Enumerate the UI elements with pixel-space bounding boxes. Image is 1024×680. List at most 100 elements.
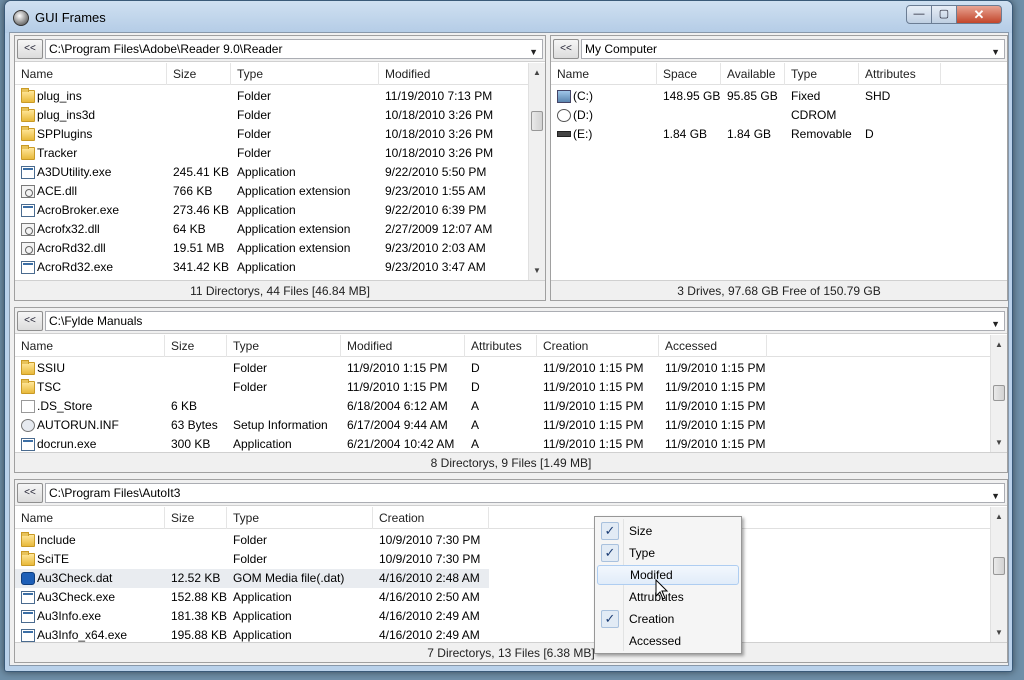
cell-name: AcroRd32.dll [15, 239, 167, 258]
menu-item-type[interactable]: ✓ Type [597, 543, 739, 563]
column-header-size[interactable]: Size [165, 507, 227, 529]
cell-modified: 10/18/2010 3:26 PM [385, 146, 494, 160]
path-combo[interactable]: C:\Program Files\AutoIt3 ▼ [45, 483, 1005, 503]
table-row[interactable]: plug_ins Folder 11/19/2010 7:13 PM [15, 87, 529, 106]
cell-type: Application [233, 628, 292, 642]
back-button[interactable]: << [17, 311, 43, 331]
table-row[interactable]: (D:) CDROM [551, 106, 941, 125]
scroll-down-icon[interactable]: ▼ [991, 435, 1007, 451]
table-row[interactable]: ACE.dll 766 KB Application extension 9/23/2… [15, 182, 529, 201]
scroll-thumb[interactable] [531, 111, 543, 131]
scroll-thumb[interactable] [993, 385, 1005, 401]
scroll-down-icon[interactable]: ▼ [529, 263, 545, 279]
column-header-type[interactable]: Type [227, 335, 341, 357]
back-button[interactable]: << [17, 483, 43, 503]
column-header-name[interactable]: Name [15, 335, 165, 357]
menu-item-creation[interactable]: ✓ Creation [597, 609, 739, 629]
file-list[interactable]: Name Size Type Modified Attributes Creat… [15, 335, 1007, 453]
path-combo[interactable]: My Computer ▼ [581, 39, 1005, 59]
column-header-accessed[interactable]: Accessed [659, 335, 767, 357]
column-header-type[interactable]: Type [231, 63, 379, 85]
table-row[interactable]: Au3Info_x64.exe 195.88 KB Application 4/16/… [15, 626, 489, 643]
table-row[interactable]: Au3Check.exe 152.88 KB Application 4/16/201… [15, 588, 489, 607]
table-row[interactable]: AUTORUN.INF 63 Bytes Setup Information 6/17… [15, 416, 767, 435]
cell-type: Folder [237, 146, 272, 160]
column-header-name[interactable]: Name [15, 63, 167, 85]
path-text: C:\Fylde Manuals [49, 314, 143, 328]
column-header-attributes[interactable]: Attributes [859, 63, 941, 85]
table-row[interactable]: (C:) 148.95 GB 95.85 GB Fixed SHD [551, 87, 941, 106]
title-bar[interactable]: GUI Frames — ▢ ✕ [5, 1, 1012, 33]
vertical-scrollbar[interactable]: ▲ ▼ [528, 63, 545, 281]
column-header-name[interactable]: Name [15, 507, 165, 529]
table-row[interactable]: AcroRd32.dll 19.51 MB Application extensio… [15, 239, 529, 258]
cell-name: plug_ins3d [15, 106, 167, 125]
chevron-down-icon[interactable]: ▼ [991, 487, 1000, 505]
column-header-space[interactable]: Space [657, 63, 721, 85]
cell-modified: 6/21/2004 10:42 AM [347, 437, 455, 451]
scroll-up-icon[interactable]: ▲ [991, 509, 1007, 525]
table-row[interactable]: Au3Info.exe 181.38 KB Application 4/16/2010… [15, 607, 489, 626]
table-row[interactable]: plug_ins3d Folder 10/18/2010 3:26 PM [15, 106, 529, 125]
vertical-scrollbar[interactable]: ▲ ▼ [990, 507, 1007, 643]
table-row[interactable]: Au3Check.dat 12.52 KB GOM Media file(.dat)… [15, 569, 489, 588]
list-header: Name Size Type Modified Attributes Creat… [15, 335, 990, 357]
cell-type: Folder [237, 108, 272, 122]
cell-name: Include [15, 531, 165, 550]
cell-type: Application [233, 437, 292, 451]
table-row[interactable]: AcroRd32.exe 341.42 KB Application 9/23/201… [15, 258, 529, 277]
column-header-creation[interactable]: Creation [537, 335, 659, 357]
table-row[interactable]: Acrofx32.dll 64 KB Application extension 2/… [15, 220, 529, 239]
chevron-down-icon[interactable]: ▼ [991, 315, 1000, 333]
table-row[interactable]: Tracker Folder 10/18/2010 3:26 PM [15, 144, 529, 163]
table-row[interactable]: SSIU Folder 11/9/2010 1:15 PM D 11/9/2010 1:… [15, 359, 767, 378]
table-row[interactable]: SPPlugins Folder 10/18/2010 3:26 PM [15, 125, 529, 144]
scroll-thumb[interactable] [993, 557, 1005, 575]
chevron-down-icon[interactable]: ▼ [529, 43, 538, 61]
column-header-modified[interactable]: Modified [341, 335, 465, 357]
path-combo[interactable]: C:\Program Files\Adobe\Reader 9.0\Reader… [45, 39, 543, 59]
scroll-down-icon[interactable]: ▼ [991, 625, 1007, 641]
table-row[interactable]: SciTE Folder 10/9/2010 7:30 PM [15, 550, 489, 569]
back-button[interactable]: << [553, 39, 579, 59]
cell-type: Fixed [791, 89, 821, 103]
column-header-name[interactable]: Name [551, 63, 657, 85]
scroll-up-icon[interactable]: ▲ [529, 65, 545, 81]
close-button[interactable]: ✕ [956, 5, 1002, 24]
dat-icon [21, 572, 35, 585]
dll-icon [21, 185, 35, 198]
file-list[interactable]: Name Size Type Creation Include Folder 10/… [15, 507, 1007, 643]
cell-name: docrun.exe [15, 435, 165, 453]
scroll-up-icon[interactable]: ▲ [991, 337, 1007, 353]
table-row[interactable]: AcroBroker.exe 273.46 KB Application 9/22/2… [15, 201, 529, 220]
column-header-creation[interactable]: Creation [373, 507, 489, 529]
cell-modified: 11/9/2010 1:15 PM [347, 361, 448, 375]
path-combo[interactable]: C:\Fylde Manuals ▼ [45, 311, 1005, 331]
menu-item-accessed[interactable]: Accessed [597, 631, 739, 651]
column-header-size[interactable]: Size [165, 335, 227, 357]
back-button[interactable]: << [17, 39, 43, 59]
column-header-modified[interactable]: Modified [379, 63, 529, 85]
table-row[interactable]: Include Folder 10/9/2010 7:30 PM [15, 531, 489, 550]
column-header-type[interactable]: Type [785, 63, 859, 85]
table-row[interactable]: .DS_Store 6 KB 6/18/2004 6:12 AM A 11/9/2010… [15, 397, 767, 416]
table-row[interactable]: TSC Folder 11/9/2010 1:15 PM D 11/9/2010 1:1… [15, 378, 767, 397]
maximize-button[interactable]: ▢ [931, 5, 957, 24]
cell-type: Folder [233, 552, 268, 566]
minimize-button[interactable]: — [906, 5, 932, 24]
cell-name: Au3Check.dat [15, 569, 165, 588]
cell-type: Application extension [237, 222, 351, 236]
chevron-down-icon[interactable]: ▼ [991, 43, 1000, 61]
table-row[interactable]: docrun.exe 300 KB Application 6/21/2004 10:… [15, 435, 767, 453]
column-header-available[interactable]: Available [721, 63, 785, 85]
column-header-attributes[interactable]: Attributes [465, 335, 537, 357]
column-header-size[interactable]: Size [167, 63, 231, 85]
vertical-scrollbar[interactable]: ▲ ▼ [990, 335, 1007, 453]
table-row[interactable]: (E:) 1.84 GB 1.84 GB Removable D [551, 125, 941, 144]
file-list[interactable]: Name Size Type Modified plug_ins Folder 11… [15, 63, 545, 281]
cell-attributes: A [471, 399, 480, 413]
drive-list[interactable]: Name Space Available Type Attributes (C:… [551, 63, 1007, 281]
column-header-type[interactable]: Type [227, 507, 373, 529]
table-row[interactable]: A3DUtility.exe 245.41 KB Application 9/22/2… [15, 163, 529, 182]
menu-item-size[interactable]: ✓ Size [597, 521, 739, 541]
